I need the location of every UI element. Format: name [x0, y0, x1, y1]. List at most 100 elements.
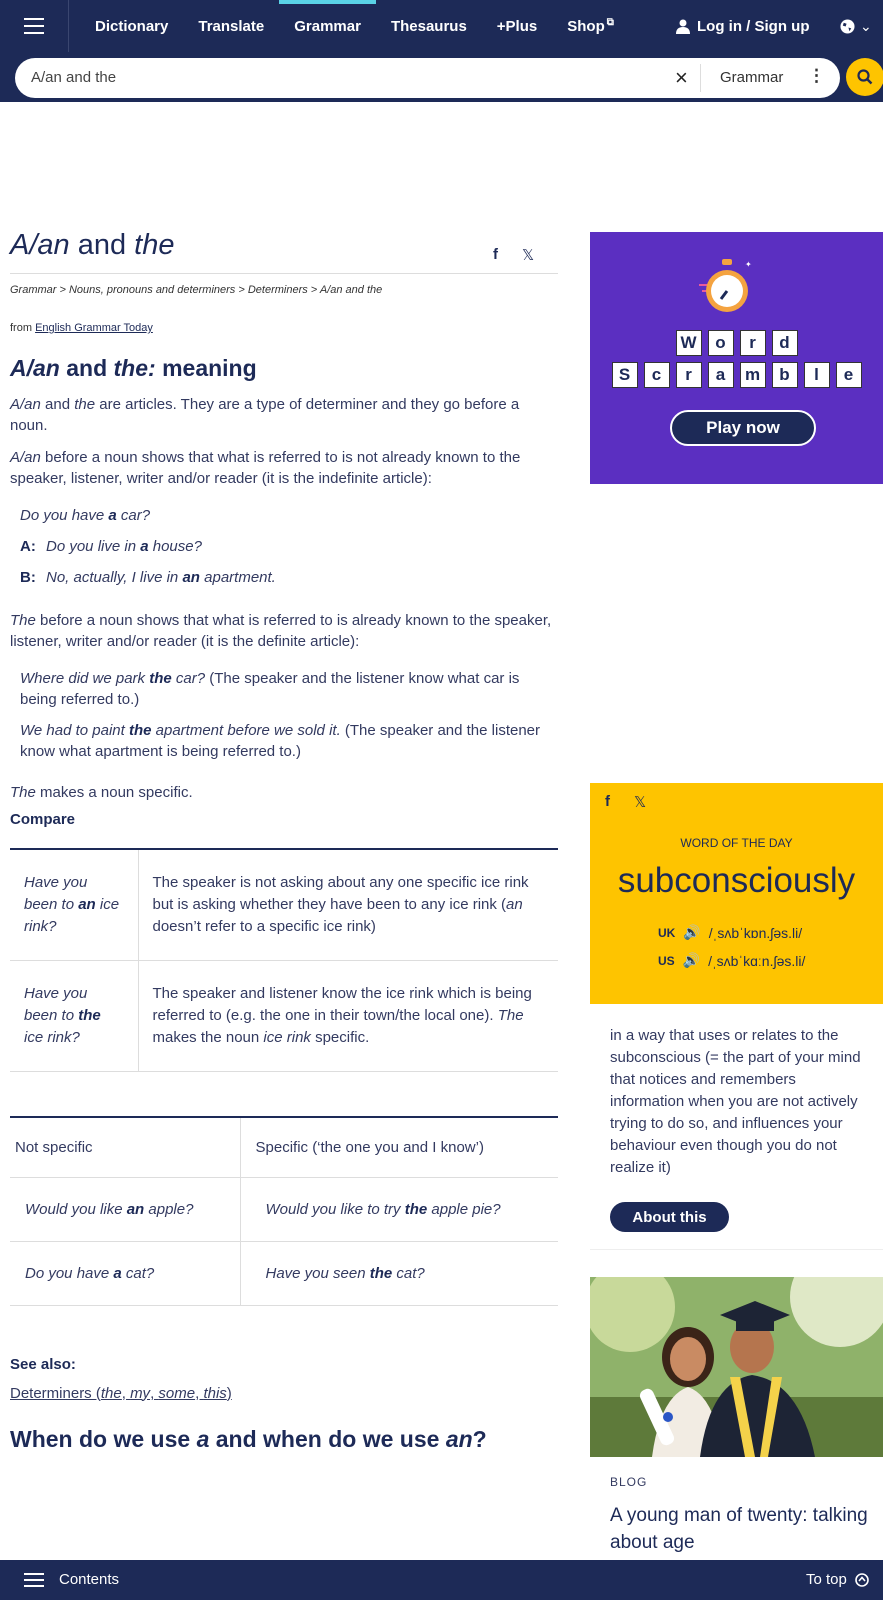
text-part: an: [126, 1200, 145, 1218]
facebook-icon[interactable]: f: [493, 246, 498, 264]
word-scramble-ad[interactable]: ✦ W o r d S c r a m b l e Play now: [590, 232, 883, 484]
speaker-label: A:: [20, 538, 36, 555]
text-part: before a noun shows that what is referre…: [10, 449, 521, 487]
section-heading-a-an: When do we use a and when do we use an?: [10, 1426, 558, 1453]
contents-menu-icon[interactable]: [24, 1573, 44, 1587]
more-options-icon[interactable]: ⋮: [808, 66, 825, 86]
text-part: apple?: [144, 1200, 194, 1218]
nav-plus[interactable]: +Plus: [482, 0, 552, 52]
about-this-button[interactable]: About this: [610, 1202, 729, 1232]
us-label: US: [658, 953, 675, 968]
letter-tile: m: [739, 362, 766, 388]
text-part: apartment before we sold it.: [151, 722, 341, 739]
title-part: and: [69, 229, 135, 261]
nav-grammar[interactable]: Grammar: [279, 0, 376, 52]
text-part: car?: [171, 670, 206, 687]
letter-row: S c r a m b l e: [590, 362, 883, 388]
wotd-label: WORD OF THE DAY: [680, 836, 793, 850]
dictionary-selector[interactable]: Grammar: [720, 69, 783, 86]
login-link[interactable]: Log in / Sign up: [676, 0, 809, 52]
paragraph: A/an before a noun shows that what is re…: [10, 447, 558, 489]
user-icon: [676, 19, 690, 34]
text-part: an: [182, 569, 200, 586]
search-button[interactable]: [846, 58, 883, 96]
title-divider: [10, 273, 558, 274]
wotd-word[interactable]: subconsciously: [590, 861, 883, 901]
text-part: an: [506, 896, 523, 913]
blog-title[interactable]: A young man of twenty: talking about age: [610, 1502, 875, 1556]
us-ipa: /ˌsʌbˈkɑːn.ʃəs.li/: [708, 952, 806, 969]
letter-tile: c: [643, 362, 670, 388]
source-link[interactable]: English Grammar Today: [35, 322, 153, 334]
x-icon[interactable]: 𝕏: [522, 246, 534, 264]
search-icon: [857, 69, 873, 85]
arrow-up-icon: [855, 1572, 869, 1587]
nav-dictionary[interactable]: Dictionary: [80, 0, 183, 52]
table-row: Do you have a cat? Have you seen the cat…: [10, 1241, 558, 1306]
text-part: Do you have: [25, 1264, 114, 1282]
stopwatch-icon: ✦: [699, 259, 752, 312]
text-part: We had to paint: [20, 722, 129, 739]
text-part: ): [226, 1384, 232, 1402]
to-top-button[interactable]: To top: [806, 1571, 869, 1588]
heading-part: meaning: [155, 355, 257, 381]
utterance: Do you live in a house?: [46, 536, 202, 557]
compare-table: Have you been to an ice rink? The speake…: [10, 848, 558, 1072]
text-part: A/an: [10, 449, 41, 466]
nav-thesaurus[interactable]: Thesaurus: [376, 0, 482, 52]
clear-icon[interactable]: ×: [675, 65, 688, 91]
globe-icon: [840, 18, 855, 34]
text-part: this: [203, 1384, 227, 1402]
text-part: apartment.: [199, 569, 276, 586]
search-bar: A/an and the × Grammar ⋮: [0, 52, 883, 102]
text-part: The: [10, 612, 36, 629]
table-cell: Have you been to the ice rink?: [10, 960, 139, 1072]
example-sentence: We had to paint the apartment before we …: [20, 720, 558, 762]
text-part: Would you like to try: [265, 1200, 405, 1218]
heading-part: ?: [472, 1425, 487, 1452]
title-part: A/an: [10, 229, 70, 261]
specific-table: Not specific Specific (‘the one you and …: [10, 1116, 558, 1306]
top-nav-bar: Dictionary Translate Grammar Thesaurus +…: [0, 0, 883, 52]
blog-label: BLOG: [610, 1475, 648, 1489]
see-also-label: See also:: [10, 1355, 76, 1373]
table-cell: The speaker is not asking about any one …: [138, 849, 558, 961]
text-part: the: [404, 1200, 428, 1218]
facebook-icon[interactable]: f: [605, 793, 610, 811]
text-part: some: [158, 1384, 196, 1402]
text-part: the: [78, 1007, 101, 1024]
contents-button[interactable]: Contents: [59, 1571, 119, 1588]
search-query: A/an and the: [31, 69, 117, 86]
source-prefix: from: [10, 322, 36, 334]
language-selector[interactable]: ⌄: [840, 0, 872, 52]
letter-tile: r: [675, 362, 702, 388]
text-part: The speaker is not asking about any one …: [152, 874, 529, 913]
text-part: Do you live in: [46, 538, 141, 555]
blog-image[interactable]: [590, 1277, 883, 1457]
letter-row: W o r d: [590, 330, 883, 356]
text-part: makes a noun specific.: [35, 784, 193, 801]
paragraph: A/an and the are articles. They are a ty…: [10, 394, 558, 436]
page: Dictionary Translate Grammar Thesaurus +…: [0, 0, 883, 1600]
breadcrumb[interactable]: Grammar > Nouns, pronouns and determiner…: [10, 284, 558, 296]
nav-translate[interactable]: Translate: [183, 0, 279, 52]
text-part: ice rink: [263, 1029, 311, 1046]
nav-shop[interactable]: Shop ⧉: [552, 0, 629, 52]
speaker-icon[interactable]: 🔊: [683, 924, 700, 941]
text-part: the: [128, 722, 152, 739]
text-part: makes the noun: [152, 1029, 264, 1046]
menu-icon[interactable]: [0, 0, 69, 52]
paragraph: The before a noun shows that what is ref…: [10, 610, 558, 652]
search-input[interactable]: A/an and the × Grammar ⋮: [15, 58, 840, 98]
text-part: an: [78, 896, 96, 913]
text-part: Have you seen: [265, 1264, 370, 1282]
login-label: Log in / Sign up: [697, 17, 810, 35]
table-cell: Would you like an apple?: [10, 1177, 241, 1242]
svg-text:✦: ✦: [745, 260, 752, 269]
speaker-icon[interactable]: 🔊: [683, 952, 700, 969]
play-now-button[interactable]: Play now: [670, 410, 816, 446]
x-icon[interactable]: 𝕏: [634, 793, 646, 811]
see-also-link[interactable]: Determiners (the, my, some, this): [10, 1385, 558, 1402]
dialogue-line: A: Do you live in a house?: [20, 536, 558, 557]
search-divider: [700, 64, 701, 92]
